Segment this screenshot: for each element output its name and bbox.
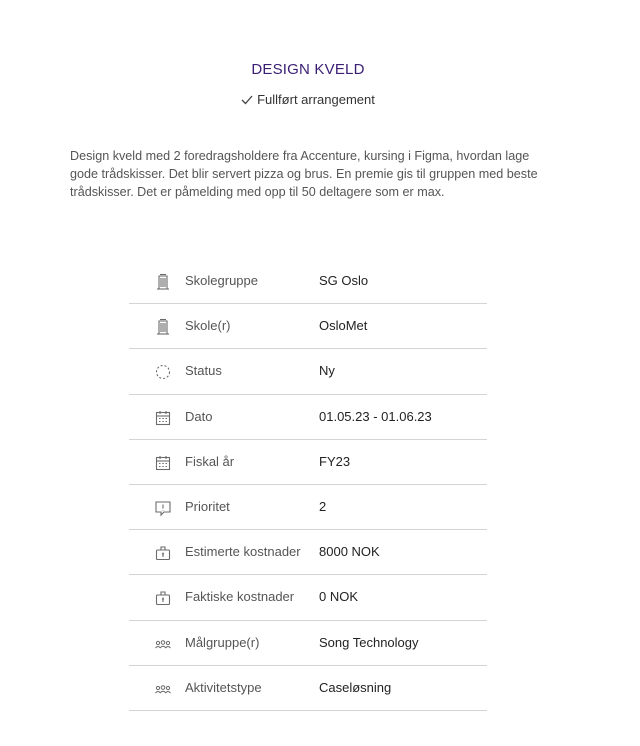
detail-row-faktiske-kostnader: Faktiske kostnader 0 NOK [129,575,487,621]
detail-label: Faktiske kostnader [185,589,295,605]
detail-value: 8000 NOK [319,544,380,560]
event-title: DESIGN KVELD [251,61,365,78]
detail-label: Skolegruppe [185,273,258,288]
detail-label: Dato [185,408,213,424]
detail-value: 0 NOK [319,589,359,605]
detail-value: SG Oslo [319,273,369,288]
loading-icon [154,363,172,381]
check-icon [241,95,253,105]
detail-value: Ny [319,363,335,379]
detail-row-prioritet: Prioritet 2 [129,485,487,531]
detail-label: Prioritet [185,498,230,514]
detail-label: Målgruppe(r) [185,634,260,650]
money-bag-icon [154,589,172,607]
event-description: Design kveld med 2 foredragsholdere fra … [70,149,538,199]
detail-label: Aktivitetstype [185,679,262,695]
calendar-icon [154,454,172,472]
detail-row-skolegruppe: Skolegruppe SG Oslo [129,259,487,305]
comment-alert-icon [154,499,172,517]
detail-label: Fiskal år [185,453,235,469]
event-status-text: Fullført arrangement [257,92,375,107]
detail-value: FY23 [319,453,351,469]
detail-label: Status [185,363,222,379]
detail-value: OsloMet [319,318,368,334]
building-icon [154,318,172,336]
money-bag-icon [154,544,172,562]
detail-row-fiskal-ar: Fiskal år FY23 [129,440,487,485]
details-table: Skolegruppe SG Oslo Skole(r) OsloMet Sta… [129,259,487,711]
detail-value: 01.05.23 - 01.06.23 [319,408,432,424]
calendar-icon [154,409,172,427]
detail-row-malgrupper: Målgruppe(r) Song Technology [129,621,487,666]
detail-label: Estimerte kostnader [185,544,301,560]
detail-row-skoler: Skole(r) OsloMet [129,304,487,350]
detail-row-aktivitetstype: Aktivitetstype Caseløsning [129,666,487,711]
event-status: Fullført arrangement [0,92,616,107]
detail-row-dato: Dato 01.05.23 - 01.06.23 [129,395,487,440]
detail-value: 2 [319,498,327,514]
group-icon [154,680,172,698]
detail-value: Song Technology [319,634,419,650]
group-icon [154,635,172,653]
detail-value: Caseløsning [319,679,392,695]
building-icon [154,273,172,291]
detail-label: Skole(r) [185,318,231,334]
detail-row-status: Status Ny [129,349,487,395]
detail-row-estimerte-kostnader: Estimerte kostnader 8000 NOK [129,530,487,576]
